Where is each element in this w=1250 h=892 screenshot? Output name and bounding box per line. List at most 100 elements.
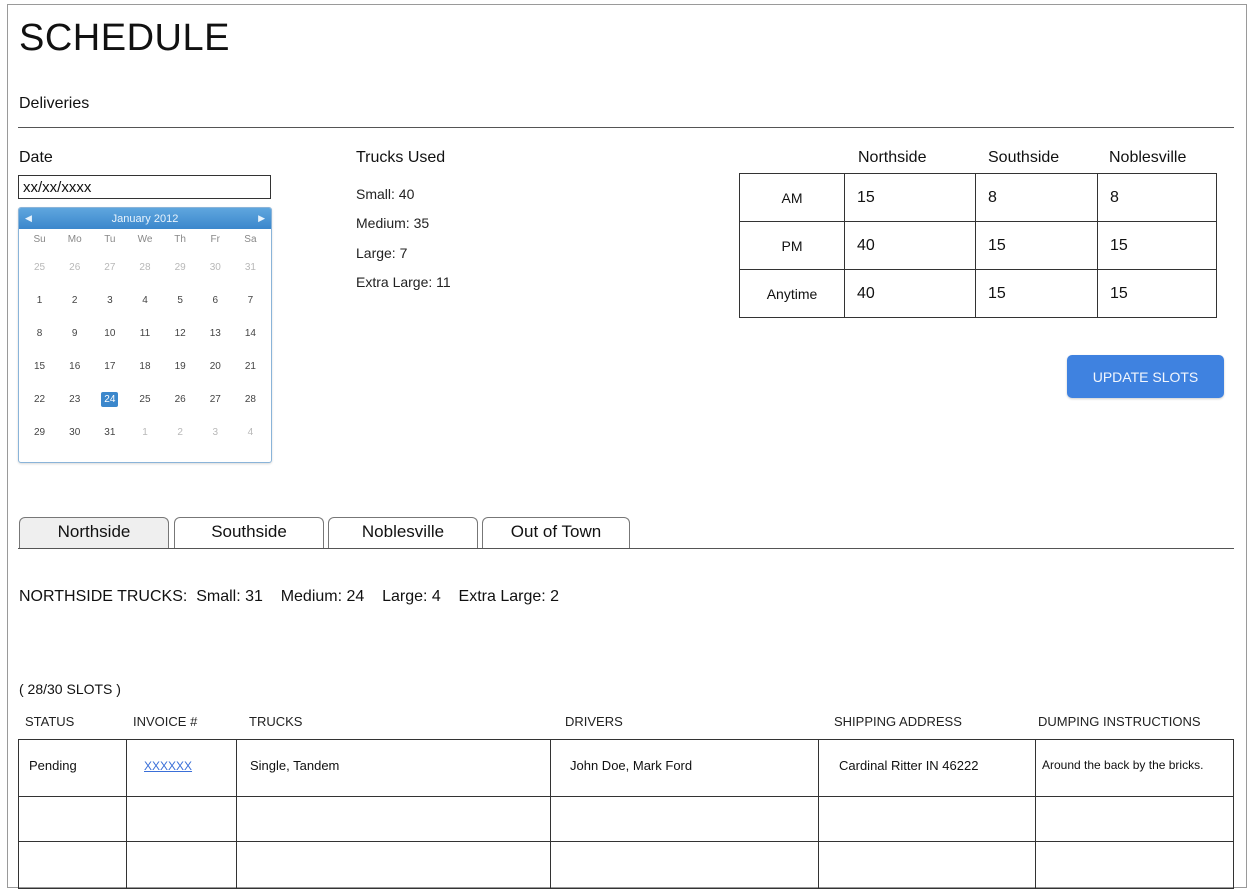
calendar-day-number: 15	[34, 361, 46, 372]
calendar-day-number: 3	[212, 427, 219, 438]
calendar-day-number: 5	[177, 295, 183, 306]
calendar-day[interactable]: 27	[198, 383, 233, 416]
empty-cell[interactable]	[236, 841, 551, 889]
tab-out-of-town[interactable]: Out of Town	[482, 517, 630, 548]
calendar-day[interactable]: 6	[198, 284, 233, 317]
tab-noblesville[interactable]: Noblesville	[328, 517, 478, 548]
slots-cell[interactable]: 40	[844, 269, 976, 318]
calendar-day[interactable]: 3	[198, 416, 233, 449]
calendar-day[interactable]: 1	[22, 284, 57, 317]
calendar-day[interactable]: 1	[127, 416, 162, 449]
calendar-day[interactable]: 22	[22, 383, 57, 416]
slots-cell[interactable]: 15	[975, 221, 1098, 270]
date-picker-calendar: ◀ January 2012 ▶ Su Mo Tu We Th Fr Sa 25 26 27 28…	[18, 207, 272, 463]
calendar-day-number: 2	[177, 427, 183, 438]
calendar-day[interactable]: 26	[163, 383, 198, 416]
calendar-day-number: 31	[244, 262, 256, 273]
calendar-day[interactable]: 17	[92, 350, 127, 383]
calendar-day[interactable]: 3	[92, 284, 127, 317]
empty-cell[interactable]	[126, 796, 237, 842]
calendar-day[interactable]: 21	[233, 350, 268, 383]
empty-cell[interactable]	[126, 841, 237, 889]
trucks-used-title: Trucks Used	[356, 149, 446, 166]
slots-cell[interactable]: 8	[1097, 173, 1217, 222]
calendar-weekday: Su	[33, 234, 46, 245]
slots-cell[interactable]: 40	[844, 221, 976, 270]
slots-cell[interactable]: 15	[1097, 221, 1217, 270]
calendar-day[interactable]: 20	[198, 350, 233, 383]
calendar-day[interactable]: 11	[127, 317, 162, 350]
invoice-link[interactable]: XXXXXX	[144, 759, 192, 773]
calendar-month-label: January 2012	[111, 212, 179, 225]
trucks-used-medium: Medium: 35	[356, 215, 430, 231]
calendar-day[interactable]: 31	[233, 251, 268, 284]
address-text: Cardinal Ritter IN 46222	[839, 758, 979, 773]
calendar-day-number: 29	[34, 427, 46, 438]
calendar-day-number: 19	[174, 361, 186, 372]
calendar-day[interactable]: 25	[127, 383, 162, 416]
calendar-day[interactable]: 13	[198, 317, 233, 350]
calendar-day[interactable]: 18	[127, 350, 162, 383]
calendar-day[interactable]: 30	[57, 416, 92, 449]
calendar-day[interactable]: 12	[163, 317, 198, 350]
slots-cell[interactable]: 15	[844, 173, 976, 222]
calendar-day[interactable]: 2	[163, 416, 198, 449]
slots-row-label: PM	[739, 221, 845, 270]
calendar-day-number: 27	[104, 262, 116, 273]
update-slots-button[interactable]: UPDATE SLOTS	[1067, 355, 1224, 398]
calendar-weekday: Fr	[210, 234, 220, 245]
calendar-day[interactable]: 7	[233, 284, 268, 317]
calendar-day[interactable]: 8	[22, 317, 57, 350]
header-divider	[18, 127, 1234, 128]
slots-cell[interactable]: 15	[1097, 269, 1217, 318]
calendar-day-number: 9	[71, 328, 78, 339]
calendar-day[interactable]: 28	[233, 383, 268, 416]
calendar-weekday: We	[137, 234, 153, 245]
empty-cell[interactable]	[818, 796, 1036, 842]
tab-northside[interactable]: Northside	[19, 517, 169, 548]
calendar-day[interactable]: 19	[163, 350, 198, 383]
calendar-day-number: 4	[247, 427, 254, 438]
trucks-text: Single, Tandem	[250, 758, 340, 773]
calendar-day[interactable]: 16	[57, 350, 92, 383]
calendar-day[interactable]: 26	[57, 251, 92, 284]
calendar-day[interactable]: 27	[92, 251, 127, 284]
empty-cell[interactable]	[18, 796, 127, 842]
calendar-day[interactable]: 28	[127, 251, 162, 284]
calendar-day[interactable]: 29	[163, 251, 198, 284]
calendar-day[interactable]: 25	[22, 251, 57, 284]
tab-southside[interactable]: Southside	[174, 517, 324, 548]
calendar-day[interactable]: 2	[57, 284, 92, 317]
empty-cell[interactable]	[236, 796, 551, 842]
chevron-right-icon[interactable]: ▶	[258, 213, 265, 224]
calendar-day[interactable]: 14	[233, 317, 268, 350]
calendar-day[interactable]: 30	[198, 251, 233, 284]
deliveries-col-status: STATUS	[25, 714, 75, 729]
calendar-day[interactable]: 29	[22, 416, 57, 449]
slots-cell[interactable]: 15	[975, 269, 1098, 318]
slots-cell[interactable]: 8	[975, 173, 1098, 222]
empty-cell[interactable]	[550, 841, 819, 889]
calendar-day[interactable]: 31	[92, 416, 127, 449]
slots-table: AM 15 8 8 PM 40 15 15 Anytime 40 15 15	[739, 173, 1217, 318]
calendar-day[interactable]: 15	[22, 350, 57, 383]
calendar-day[interactable]: 4	[233, 416, 268, 449]
calendar-day-number: 3	[107, 295, 113, 306]
slots-row-pm: PM 40 15 15	[739, 221, 1217, 270]
empty-cell[interactable]	[550, 796, 819, 842]
empty-cell[interactable]	[18, 841, 127, 889]
calendar-day[interactable]: 4	[127, 284, 162, 317]
empty-cell[interactable]	[818, 841, 1036, 889]
calendar-day[interactable]: 5	[163, 284, 198, 317]
chevron-left-icon[interactable]: ◀	[25, 213, 32, 224]
empty-cell[interactable]	[1035, 841, 1234, 889]
calendar-day-selected[interactable]: 24	[92, 383, 127, 416]
instructions-cell: Around the back by the bricks.	[1035, 739, 1234, 797]
empty-cell[interactable]	[1035, 796, 1234, 842]
calendar-day[interactable]: 9	[57, 317, 92, 350]
table-row	[18, 796, 1234, 842]
date-input[interactable]	[18, 175, 271, 199]
calendar-day[interactable]: 10	[92, 317, 127, 350]
calendar-day[interactable]: 23	[57, 383, 92, 416]
page-title: SCHEDULE	[19, 17, 230, 59]
